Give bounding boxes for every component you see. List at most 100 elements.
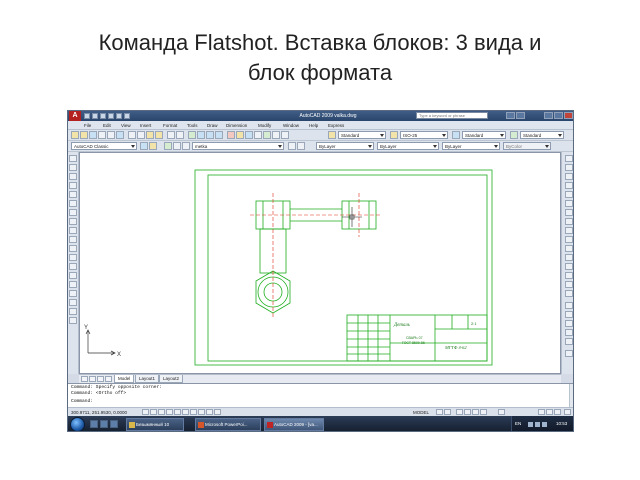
table-style-icon[interactable]: [452, 131, 460, 139]
help-search-input[interactable]: Type a keyword or phrase: [416, 112, 488, 119]
ellipse-arc-icon[interactable]: [69, 245, 77, 252]
lineweight-select[interactable]: ByLayer: [442, 142, 500, 150]
menu-dimension[interactable]: Dimension: [226, 121, 247, 130]
showmotion-icon[interactable]: [480, 409, 487, 415]
autocad-logo-icon[interactable]: A: [69, 111, 81, 121]
layer-manager-icon[interactable]: [149, 142, 157, 150]
lwt-toggle[interactable]: [206, 409, 213, 415]
plot-preview-icon[interactable]: [107, 131, 115, 139]
dim-style-select[interactable]: ISO-25: [400, 131, 448, 139]
tray-volume-icon[interactable]: [535, 422, 540, 427]
multiline-text-icon[interactable]: [69, 317, 77, 324]
fillet-icon[interactable]: [565, 281, 573, 288]
lock-toolbar-icon[interactable]: [546, 409, 553, 415]
construction-line-icon[interactable]: [69, 164, 77, 171]
menu-tools[interactable]: Tools: [187, 121, 198, 130]
communication-center-icon[interactable]: [516, 112, 525, 119]
clean-screen-icon[interactable]: [564, 409, 571, 415]
redo-icon[interactable]: [124, 113, 130, 119]
hatch-icon[interactable]: [69, 281, 77, 288]
plot-icon[interactable]: [98, 131, 106, 139]
extend-icon[interactable]: [565, 245, 573, 252]
markup-icon[interactable]: [263, 131, 271, 139]
offset-icon[interactable]: [565, 182, 573, 189]
help-icon[interactable]: [281, 131, 289, 139]
copy-icon[interactable]: [137, 131, 145, 139]
explorer-quicklaunch-icon[interactable]: [110, 420, 118, 428]
copy-object-icon[interactable]: [565, 164, 573, 171]
status-menu-icon[interactable]: [554, 409, 561, 415]
array-icon[interactable]: [565, 191, 573, 198]
dim-aligned-icon[interactable]: [565, 311, 573, 318]
command-scrollbar[interactable]: [569, 384, 573, 408]
menu-edit[interactable]: Edit: [103, 121, 111, 130]
erase-icon[interactable]: [565, 155, 573, 162]
mirror-icon[interactable]: [565, 173, 573, 180]
menu-draw[interactable]: Draw: [207, 121, 218, 130]
quick-view-layouts-icon[interactable]: [436, 409, 443, 415]
match-properties-icon[interactable]: [155, 131, 163, 139]
circle-icon[interactable]: [69, 209, 77, 216]
table-icon[interactable]: [69, 308, 77, 315]
clock[interactable]: 10:53: [556, 421, 567, 426]
save-file-icon[interactable]: [89, 131, 97, 139]
undo-icon[interactable]: [116, 113, 122, 119]
line-icon[interactable]: [69, 155, 77, 162]
tray-security-icon[interactable]: [542, 422, 547, 427]
arc-icon[interactable]: [69, 200, 77, 207]
paste-icon[interactable]: [146, 131, 154, 139]
table-style-select[interactable]: Standard: [462, 131, 506, 139]
menu-modify[interactable]: Modify: [258, 121, 271, 130]
prev-tab-icon[interactable]: [89, 376, 96, 382]
dim-diameter-icon[interactable]: [565, 329, 573, 336]
tray-network-icon[interactable]: [528, 422, 533, 427]
drawing-canvas[interactable]: Y X Деталь 2:1 СВАРЬ 07 ГОСТ 8509-86 МГТ…: [79, 152, 561, 374]
print-icon[interactable]: [108, 113, 114, 119]
next-tab-icon[interactable]: [97, 376, 104, 382]
explode-icon[interactable]: [565, 290, 573, 297]
ducs-toggle[interactable]: [190, 409, 197, 415]
tool-palettes-icon[interactable]: [245, 131, 253, 139]
redo-toolbar-icon[interactable]: [176, 131, 184, 139]
qp-toggle[interactable]: [214, 409, 221, 415]
spline-icon[interactable]: [69, 227, 77, 234]
color-select[interactable]: ByLayer: [316, 142, 374, 150]
make-block-icon[interactable]: [69, 263, 77, 270]
mleader-style-select[interactable]: Standard: [520, 131, 564, 139]
steering-wheel-icon[interactable]: [472, 409, 479, 415]
last-tab-icon[interactable]: [105, 376, 112, 382]
quickcalc-icon[interactable]: [272, 131, 280, 139]
open-icon[interactable]: [92, 113, 98, 119]
layer-freeze-icon[interactable]: [173, 142, 181, 150]
command-line[interactable]: Command: Specify opposite corner: Comman…: [68, 383, 573, 408]
pan-icon[interactable]: [188, 131, 196, 139]
revision-cloud-icon[interactable]: [69, 218, 77, 225]
point-icon[interactable]: [69, 272, 77, 279]
osnap-toggle[interactable]: [174, 409, 181, 415]
publish-icon[interactable]: [116, 131, 124, 139]
tab-model[interactable]: Model: [114, 375, 135, 383]
join-icon[interactable]: [565, 263, 573, 270]
taskbar-item-powerpoint[interactable]: Microsoft PowerPoi...: [195, 418, 261, 431]
design-center-icon[interactable]: [236, 131, 244, 139]
chamfer-icon[interactable]: [565, 272, 573, 279]
search-icon[interactable]: [506, 112, 515, 119]
trim-icon[interactable]: [565, 236, 573, 243]
language-indicator[interactable]: EN: [515, 421, 521, 426]
polygon-icon[interactable]: [69, 182, 77, 189]
menu-file[interactable]: File: [84, 121, 91, 130]
qnew-icon[interactable]: [71, 131, 79, 139]
layer-on-icon[interactable]: [164, 142, 172, 150]
polar-toggle[interactable]: [166, 409, 173, 415]
minimize-icon[interactable]: [544, 112, 553, 119]
move-icon[interactable]: [565, 200, 573, 207]
layer-previous-icon[interactable]: [297, 142, 305, 150]
snap-toggle[interactable]: [142, 409, 149, 415]
zoom-status-icon[interactable]: [464, 409, 471, 415]
menu-format[interactable]: Format: [163, 121, 177, 130]
polyline-icon[interactable]: [69, 173, 77, 180]
rotate-icon[interactable]: [565, 209, 573, 216]
insert-block-icon[interactable]: [69, 254, 77, 261]
start-button-icon[interactable]: [70, 417, 85, 431]
annotation-scale-icon[interactable]: [498, 409, 505, 415]
